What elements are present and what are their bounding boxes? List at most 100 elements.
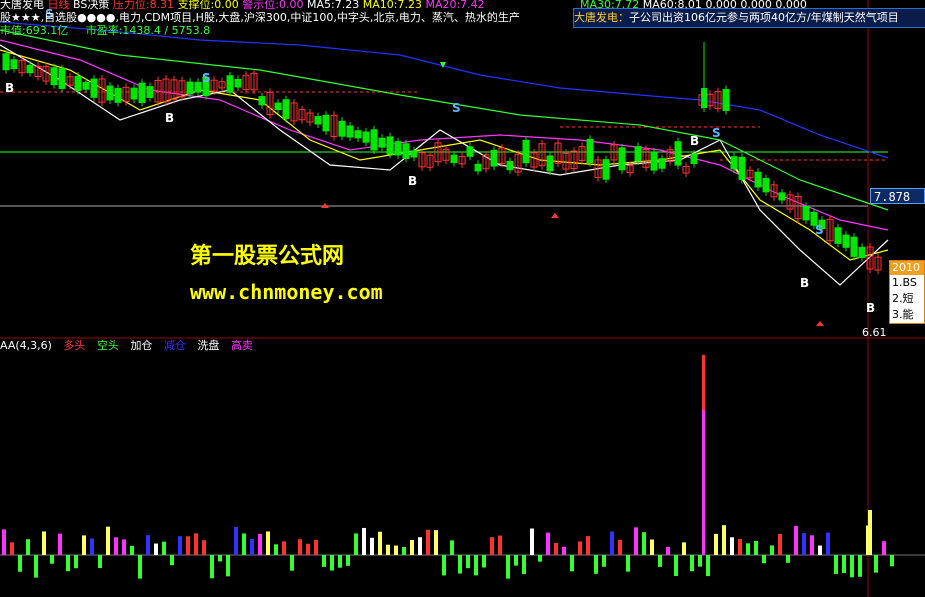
volume-bar [802, 533, 806, 555]
kline-chart[interactable]: BBBBBBSSSSS [0, 0, 925, 597]
popup-item-short[interactable]: 2.短 [890, 291, 924, 307]
volume-bar [130, 545, 134, 555]
period-label[interactable]: 日线 [48, 0, 70, 11]
candle-body [322, 114, 330, 132]
candle-body [762, 178, 770, 193]
volume-bar [658, 555, 662, 567]
candle-body [106, 85, 114, 101]
volume-bar [474, 555, 478, 576]
volume-bar [330, 555, 334, 571]
candle-body [74, 75, 82, 91]
volume-bar [402, 546, 406, 555]
volume-bar [146, 535, 150, 555]
candle-body [450, 154, 458, 164]
volume-bar [586, 536, 590, 555]
legend-add: 加仓 [130, 339, 153, 352]
volume-bar [682, 542, 686, 555]
volume-spike-magenta [702, 410, 705, 555]
candle-body [130, 87, 138, 100]
candle-body [858, 246, 866, 258]
volume-bar [394, 545, 398, 555]
candle-body [314, 116, 322, 125]
indicator-name[interactable]: BS决策 [73, 0, 109, 11]
volume-bar [882, 541, 886, 555]
legend-bull: 多头 [63, 339, 86, 352]
buy-signal-marker: B [408, 174, 417, 188]
volume-bar [386, 544, 390, 555]
volume-bar [602, 555, 606, 567]
volume-bar [354, 533, 358, 555]
candle-body [386, 136, 394, 155]
volume-bar [42, 531, 46, 555]
volume-bar [786, 555, 790, 563]
volume-bar [890, 555, 894, 567]
support-value: 0.00 [214, 0, 239, 11]
volume-bar [578, 541, 582, 555]
candle-body [114, 87, 122, 103]
volume-bar [202, 540, 206, 555]
volume-bar [98, 555, 102, 569]
candle-body [410, 150, 418, 158]
ma20-label: MA20: [425, 0, 461, 11]
volume-bar [554, 542, 558, 555]
volume-bar [234, 526, 238, 555]
volume-bar [298, 539, 302, 555]
context-popup[interactable]: 2010 1.BS 2.短 3.能 [889, 260, 925, 324]
volume-bar [490, 537, 494, 555]
ma5-line [0, 44, 889, 286]
volume-bar [874, 555, 878, 573]
volume-bar [114, 537, 118, 555]
support-label: 支撑位: [177, 0, 215, 11]
volume-bar [58, 533, 62, 555]
candle-body [82, 81, 90, 90]
volume-bar [18, 555, 22, 572]
resistance-label: 压力位: [112, 0, 150, 11]
volume-bar [842, 555, 846, 573]
volume-bar [186, 536, 190, 555]
volume-bar [322, 555, 326, 567]
volume-bar [106, 526, 110, 555]
ma20-value: 7.42 [460, 0, 485, 11]
candle-body [138, 82, 146, 103]
candle-body [730, 156, 738, 170]
candle-body [194, 81, 202, 93]
volume-bar [258, 533, 262, 555]
volume-bar [538, 555, 542, 562]
volume-bar [634, 527, 638, 555]
candle-body [282, 99, 290, 119]
volume-bar [378, 531, 382, 555]
popup-item-energy[interactable]: 3.能 [890, 307, 924, 323]
volume-bar [194, 533, 198, 555]
volume-bar [178, 536, 182, 555]
buy-signal-marker: B [5, 81, 14, 95]
candle-body [506, 161, 514, 171]
buy-signal-marker: B [800, 276, 809, 290]
buy-signal-marker: B [866, 301, 875, 315]
candle-body [354, 130, 362, 139]
volume-bar-last [868, 510, 872, 555]
volume-bar [530, 528, 534, 555]
volume-bar [706, 555, 710, 577]
candle-body [474, 163, 482, 172]
volume-bar [370, 537, 374, 555]
volume-bar [434, 530, 438, 555]
candle-body [722, 89, 730, 111]
candle-body [690, 153, 698, 165]
volume-bar [698, 555, 702, 567]
volume-bar [338, 555, 342, 568]
candle-body [258, 96, 266, 106]
news-ticker[interactable]: 大唐发电：子公司出资106亿元参与两项40亿方/年煤制天然气项目 [573, 8, 925, 28]
candle-body [586, 138, 594, 164]
candle-body [546, 155, 554, 172]
volume-bar [498, 535, 502, 555]
volume-bar [858, 555, 862, 577]
sell-signal-marker: S [712, 126, 721, 140]
stock-name[interactable]: 大唐发电 [0, 0, 44, 11]
sub-indicator-name[interactable]: AA(4,3,6) [0, 339, 52, 352]
candle-body [834, 227, 842, 244]
volume-bar [594, 555, 598, 574]
volume-bar [138, 555, 142, 579]
candle-body [394, 141, 402, 156]
popup-item-bs[interactable]: 1.BS [890, 275, 924, 291]
volume-bar [66, 555, 70, 572]
